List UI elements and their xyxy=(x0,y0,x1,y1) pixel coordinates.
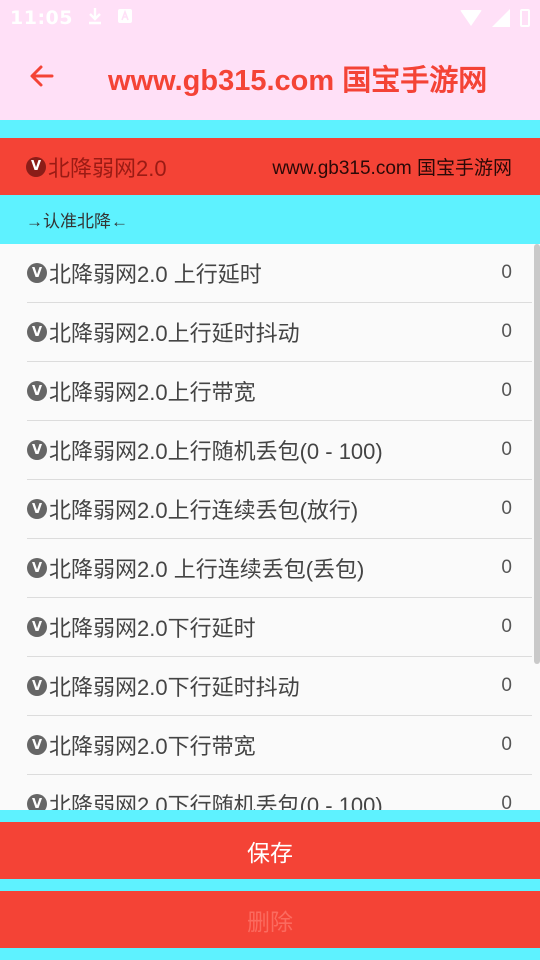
app-bar: www.gb315.com 国宝手游网 xyxy=(0,36,540,120)
item-value: 0 xyxy=(501,439,512,460)
banner-site: www.gb315.com 国宝手游网 xyxy=(272,158,512,179)
v-badge-icon: V xyxy=(27,794,47,810)
a-icon xyxy=(117,8,133,28)
battery-icon xyxy=(520,9,530,27)
list-item[interactable]: V 北降弱网2.0上行连续丢包(放行) 0 xyxy=(27,480,532,539)
item-label: 北降弱网2.0下行延时抖动 xyxy=(49,675,300,700)
item-value: 0 xyxy=(501,262,512,283)
top-divider-strip xyxy=(0,120,540,138)
v-badge-icon: V xyxy=(27,263,47,283)
v-badge-icon: V xyxy=(27,617,47,637)
status-right xyxy=(460,9,530,27)
v-badge-icon: V xyxy=(26,156,46,177)
bottom-divider-strip xyxy=(0,810,540,822)
scrollbar[interactable] xyxy=(534,244,540,664)
list-item[interactable]: V 北降弱网2.0下行随机丢包(0 - 100) 0 xyxy=(27,775,532,810)
arrow-left-icon xyxy=(28,62,56,94)
v-badge-icon: V xyxy=(27,735,47,755)
v-badge-icon: V xyxy=(27,676,47,696)
list-item[interactable]: V 北降弱网2.0 上行连续丢包(丢包) 0 xyxy=(27,539,532,598)
item-value: 0 xyxy=(501,734,512,755)
item-value: 0 xyxy=(501,498,512,519)
v-badge-icon: V xyxy=(27,381,47,401)
item-value: 0 xyxy=(501,675,512,696)
bottom-edge xyxy=(0,948,540,960)
list-item[interactable]: V 北降弱网2.0下行带宽 0 xyxy=(27,716,532,775)
item-label: 北降弱网2.0下行延时 xyxy=(49,616,256,641)
item-label: 北降弱网2.0上行延时抖动 xyxy=(49,321,300,346)
hint-row: →认准北降← xyxy=(0,195,540,244)
item-label: 北降弱网2.0 上行延时 xyxy=(49,262,262,287)
item-value: 0 xyxy=(501,321,512,342)
banner: V 北降弱网2.0 www.gb315.com 国宝手游网 xyxy=(0,138,540,195)
list-item[interactable]: V 北降弱网2.0上行延时抖动 0 xyxy=(27,303,532,362)
item-value: 0 xyxy=(501,380,512,401)
v-badge-icon: V xyxy=(27,440,47,460)
delete-button[interactable]: 删除 xyxy=(0,891,540,948)
list-item[interactable]: V 北降弱网2.0 上行延时 0 xyxy=(27,244,532,303)
download-icon xyxy=(87,7,103,29)
back-button[interactable] xyxy=(0,36,84,120)
item-value: 0 xyxy=(501,793,512,810)
item-label: 北降弱网2.0上行带宽 xyxy=(49,380,256,405)
list-item[interactable]: V 北降弱网2.0上行带宽 0 xyxy=(27,362,532,421)
v-badge-icon: V xyxy=(27,558,47,578)
list-item[interactable]: V 北降弱网2.0上行随机丢包(0 - 100) 0 xyxy=(27,421,532,480)
item-value: 0 xyxy=(501,557,512,578)
item-value: 0 xyxy=(501,616,512,637)
item-label: 北降弱网2.0上行随机丢包(0 - 100) xyxy=(49,439,383,464)
status-bar: 11:05 xyxy=(0,0,540,36)
list-item[interactable]: V 北降弱网2.0下行延时 0 xyxy=(27,598,532,657)
banner-title: 北降弱网2.0 xyxy=(48,155,167,181)
v-badge-icon: V xyxy=(27,322,47,342)
list-item[interactable]: V 北降弱网2.0下行延时抖动 0 xyxy=(27,657,532,716)
wifi-icon xyxy=(460,10,482,26)
v-badge-icon: V xyxy=(27,499,47,519)
hint-text: →认准北降← xyxy=(26,212,128,231)
status-time: 11:05 xyxy=(10,7,73,29)
item-label: 北降弱网2.0 上行连续丢包(丢包) xyxy=(49,557,365,582)
item-label: 北降弱网2.0下行带宽 xyxy=(49,734,256,759)
signal-icon xyxy=(492,9,510,27)
item-label: 北降弱网2.0上行连续丢包(放行) xyxy=(49,498,359,523)
save-button[interactable]: 保存 xyxy=(0,822,540,879)
item-label: 北降弱网2.0下行随机丢包(0 - 100) xyxy=(49,793,383,810)
settings-list[interactable]: V 北降弱网2.0 上行延时 0 V 北降弱网2.0上行延时抖动 0 V 北降弱… xyxy=(0,244,540,810)
page-title: www.gb315.com 国宝手游网 xyxy=(108,65,488,97)
button-gap xyxy=(0,879,540,891)
